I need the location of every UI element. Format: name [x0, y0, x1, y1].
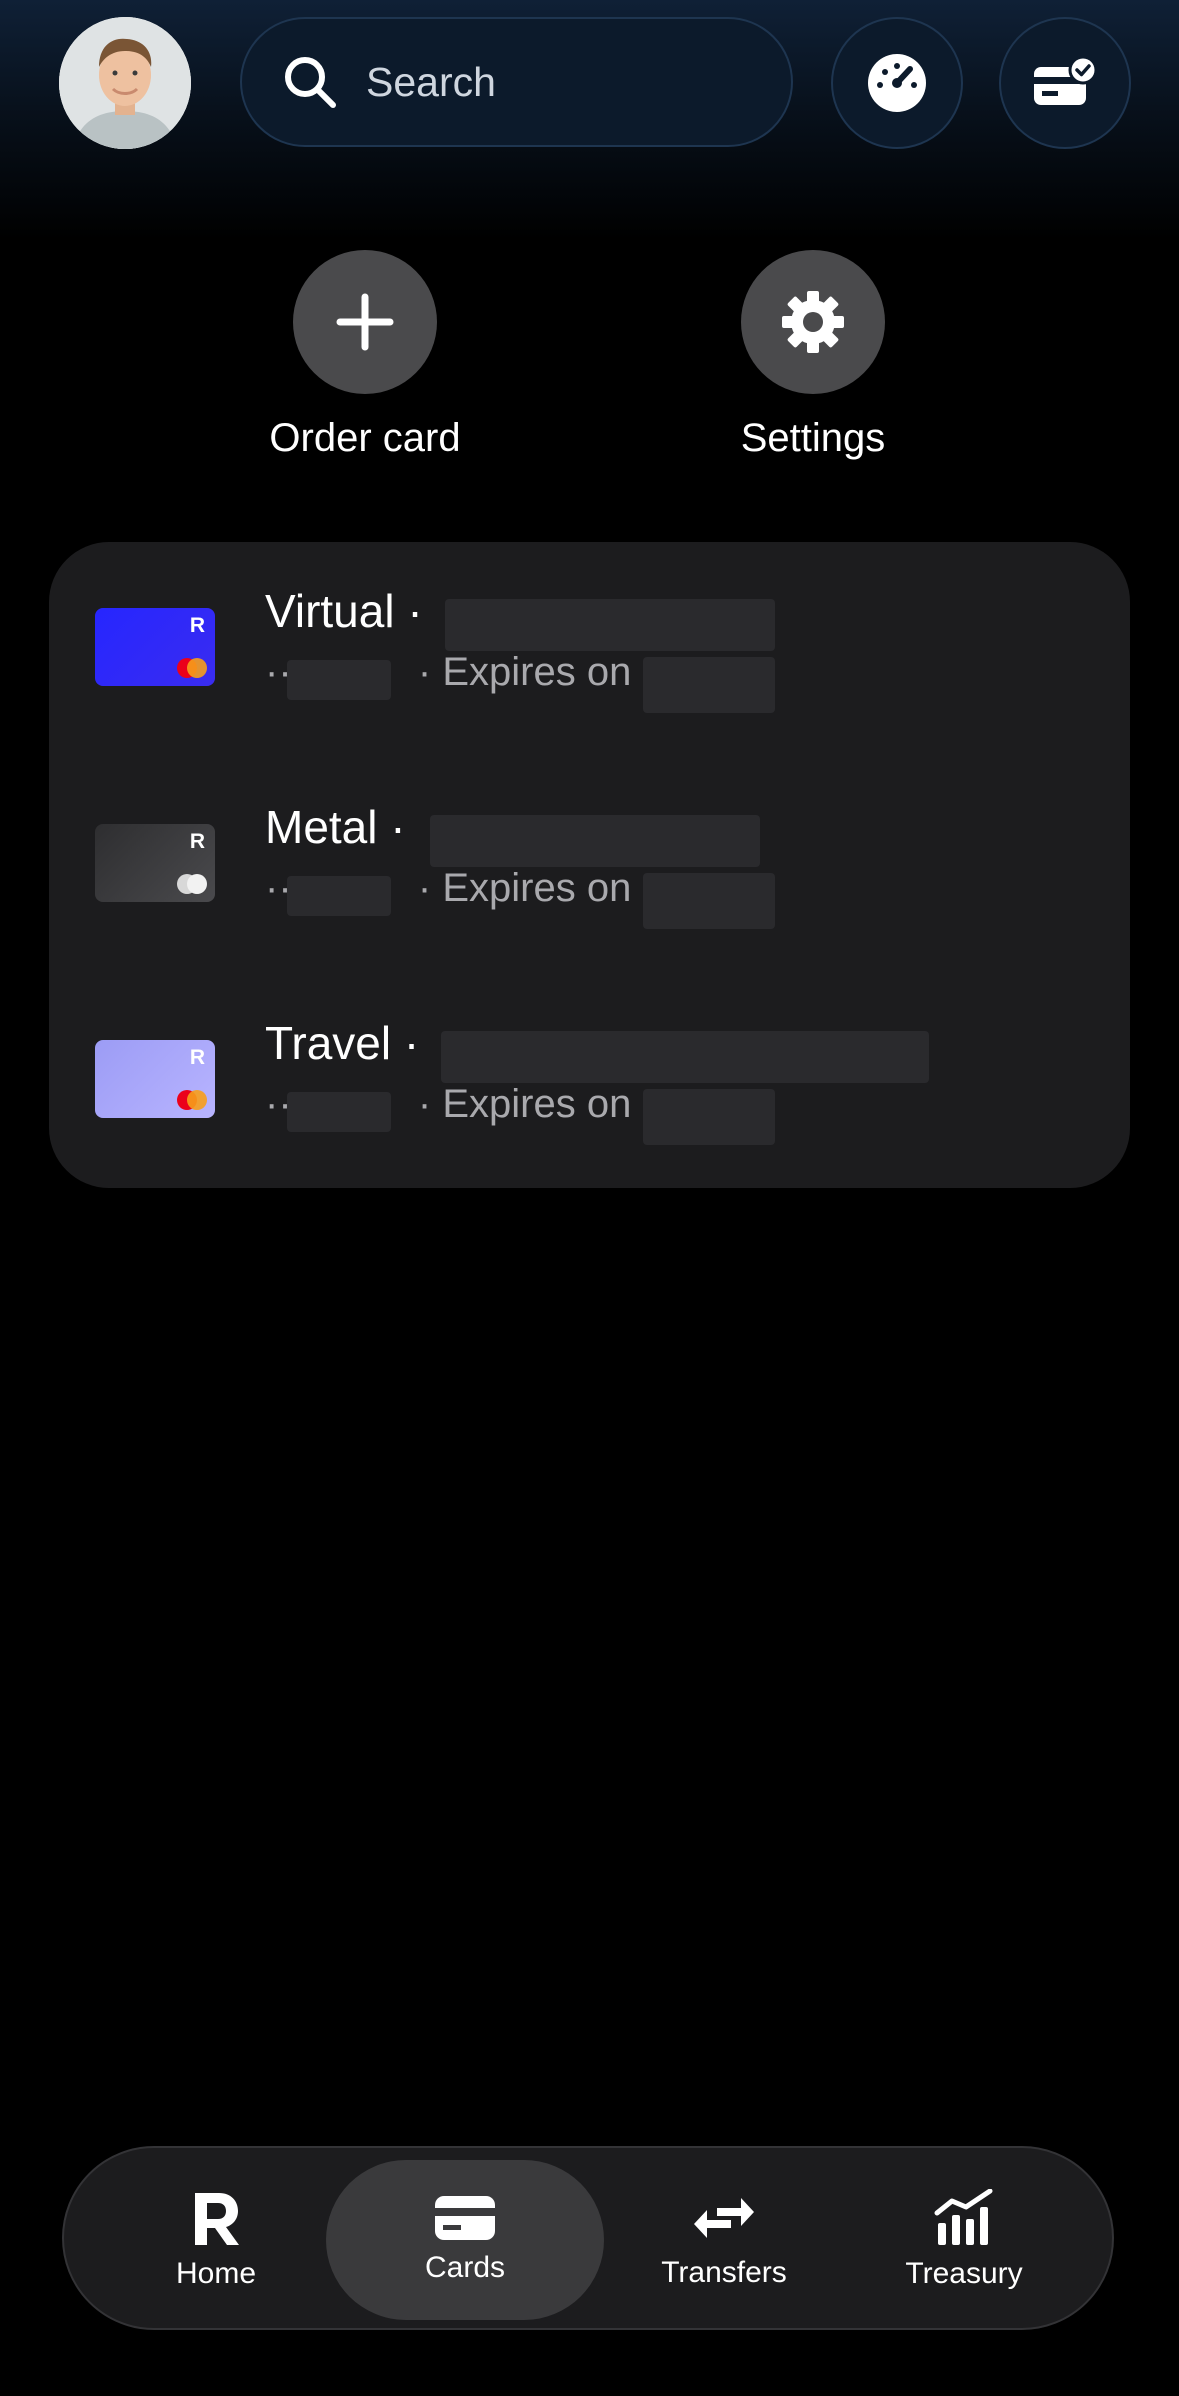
profile-avatar[interactable] — [59, 17, 191, 149]
nav-cards[interactable]: Cards — [326, 2160, 604, 2320]
order-card-action[interactable]: Order card — [235, 250, 495, 461]
redacted-card-number — [287, 1092, 391, 1132]
avatar-photo — [59, 17, 191, 149]
revolut-r-icon — [195, 2193, 239, 2245]
nav-home[interactable]: Home — [126, 2160, 306, 2320]
settings-label: Settings — [740, 416, 886, 460]
redacted-expiry-date — [643, 1089, 775, 1145]
search-bar[interactable]: Search — [240, 17, 793, 147]
revolut-logo-icon: R — [189, 1046, 205, 1069]
card-expiry-text: · Expires on — [417, 866, 632, 910]
travel-card-thumbnail: R — [95, 1040, 215, 1118]
order-card-label: Order card — [269, 416, 461, 460]
bottom-navigation: Home Cards Transfers Treasury — [62, 2146, 1114, 2330]
redacted-card-label — [430, 815, 760, 867]
settings-button[interactable] — [741, 250, 885, 394]
chart-bars-icon — [934, 2189, 993, 2245]
card-check-icon — [1034, 57, 1098, 105]
analytics-button[interactable] — [831, 17, 963, 149]
settings-action[interactable]: Settings — [683, 250, 943, 461]
revolut-logo-icon: R — [189, 830, 205, 853]
speedometer-icon — [868, 54, 926, 112]
card-title: Metal · — [265, 800, 406, 854]
mastercard-logo-icon — [175, 874, 207, 894]
metal-card-thumbnail: R — [95, 824, 215, 902]
title-separator: · — [403, 1017, 420, 1069]
nav-home-label: Home — [175, 2257, 257, 2290]
search-placeholder: Search — [366, 58, 496, 105]
nav-cards-label: Cards — [424, 2251, 506, 2284]
card-title: Virtual · — [265, 584, 423, 638]
revolut-logo-icon: R — [189, 614, 205, 637]
redacted-card-label — [445, 599, 775, 651]
redacted-card-label — [441, 1031, 929, 1083]
card-name: Metal — [265, 801, 378, 853]
redacted-card-number — [287, 660, 391, 700]
mastercard-logo-icon — [175, 1090, 207, 1110]
nav-treasury[interactable]: Treasury — [864, 2160, 1064, 2320]
mastercard-logo-icon — [175, 658, 207, 678]
card-name: Virtual — [265, 585, 395, 637]
cards-list-panel: R Virtual · ·· · Expires on R Metal · ··… — [49, 542, 1130, 1188]
card-name: Travel — [265, 1017, 392, 1069]
nav-transfers[interactable]: Transfers — [624, 2160, 824, 2320]
search-icon — [280, 52, 340, 112]
plus-icon — [336, 293, 394, 351]
redacted-expiry-date — [643, 657, 775, 713]
card-expiry-text: · Expires on — [417, 1082, 632, 1126]
gear-icon — [782, 291, 844, 353]
nav-transfers-label: Transfers — [661, 2256, 787, 2289]
card-icon — [435, 2196, 495, 2240]
title-separator: · — [407, 585, 423, 637]
redacted-card-number — [287, 876, 391, 916]
title-separator: · — [390, 801, 406, 853]
card-check-button[interactable] — [999, 17, 1131, 149]
card-title: Travel · — [265, 1016, 419, 1070]
nav-treasury-label: Treasury — [905, 2257, 1023, 2290]
virtual-card-thumbnail: R — [95, 608, 215, 686]
redacted-expiry-date — [643, 873, 775, 929]
order-card-button[interactable] — [293, 250, 437, 394]
transfer-arrows-icon — [694, 2198, 754, 2238]
card-expiry-text: · Expires on — [417, 650, 632, 694]
